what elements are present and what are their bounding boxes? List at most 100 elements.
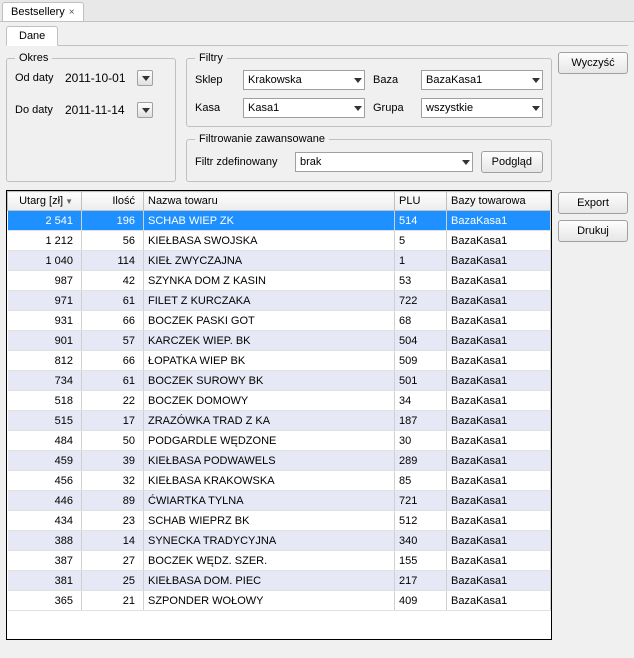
cell-bazy: BazaKasa1 [447,511,551,531]
cell-bazy: BazaKasa1 [447,491,551,511]
cell-plu: 509 [395,351,447,371]
cell-ilosc: 14 [82,531,144,551]
table-row[interactable]: 2 541196SCHAB WIEP ZK514BazaKasa1 [8,211,551,231]
table-row[interactable]: 38727BOCZEK WĘDZ. SZER.155BazaKasa1 [8,551,551,571]
cell-utarg: 1 040 [8,251,82,271]
results-table-scroll[interactable]: Utarg [zł]▼ Ilość Nazwa towaru PLU Bazy … [7,191,551,639]
table-row[interactable]: 51822BOCZEK DOMOWY34BazaKasa1 [8,391,551,411]
adv-filter-legend: Filtrowanie zawansowane [195,133,329,145]
adv-filter-group: Filtrowanie zawansowane Filtr zdefinowan… [186,133,552,182]
table-row[interactable]: 44689ĆWIARTKA TYLNA721BazaKasa1 [8,491,551,511]
filtr-zdef-combo[interactable]: brak [295,152,473,172]
baza-combo[interactable]: BazaKasa1 [421,70,543,90]
do-daty-dropdown[interactable] [137,102,153,118]
cell-ilosc: 39 [82,451,144,471]
kasa-combo[interactable]: Kasa1 [243,98,365,118]
cell-plu: 155 [395,551,447,571]
table-row[interactable]: 36521SZPONDER WOŁOWY409BazaKasa1 [8,591,551,611]
grupa-value: wszystkie [426,102,473,114]
cell-utarg: 987 [8,271,82,291]
podglad-button[interactable]: Podgląd [481,151,543,173]
export-button[interactable]: Export [558,192,628,214]
table-row[interactable]: 73461BOCZEK SUROWY BK501BazaKasa1 [8,371,551,391]
col-header-utarg[interactable]: Utarg [zł]▼ [8,192,82,211]
table-row[interactable]: 38814SYNECKA TRADYCYJNA340BazaKasa1 [8,531,551,551]
cell-ilosc: 22 [82,391,144,411]
cell-nazwa: BOCZEK PASKI GOT [144,311,395,331]
table-row[interactable]: 48450PODGARDLE WĘDZONE30BazaKasa1 [8,431,551,451]
results-table: Utarg [zł]▼ Ilość Nazwa towaru PLU Bazy … [7,191,551,611]
table-row[interactable]: 1 040114KIEŁ ZWYCZAJNA1BazaKasa1 [8,251,551,271]
table-row[interactable]: 98742SZYNKA DOM Z KASIN53BazaKasa1 [8,271,551,291]
sklep-value: Krakowska [248,74,302,86]
cell-plu: 289 [395,451,447,471]
cell-nazwa: KIEŁBASA KRAKOWSKA [144,471,395,491]
baza-label: Baza [373,74,413,86]
cell-bazy: BazaKasa1 [447,291,551,311]
table-row[interactable]: 97161FILET Z KURCZAKA722BazaKasa1 [8,291,551,311]
cell-nazwa: PODGARDLE WĘDZONE [144,431,395,451]
do-daty-value[interactable]: 2011-11-14 [65,103,133,117]
cell-utarg: 931 [8,311,82,331]
table-row[interactable]: 45632KIEŁBASA KRAKOWSKA85BazaKasa1 [8,471,551,491]
table-row[interactable]: 81266ŁOPATKA WIEP BK509BazaKasa1 [8,351,551,371]
cell-ilosc: 17 [82,411,144,431]
chevron-down-icon [142,108,150,113]
cell-nazwa: SZPONDER WOŁOWY [144,591,395,611]
table-row[interactable]: 51517ZRAZÓWKA TRAD Z KA187BazaKasa1 [8,411,551,431]
close-icon[interactable]: × [69,7,75,18]
cell-utarg: 515 [8,411,82,431]
cell-nazwa: BOCZEK WĘDZ. SZER. [144,551,395,571]
grupa-combo[interactable]: wszystkie [421,98,543,118]
tab-dane[interactable]: Dane [6,26,58,46]
filtr-zdef-value: brak [300,156,321,168]
table-row[interactable]: 38125KIEŁBASA DOM. PIEC217BazaKasa1 [8,571,551,591]
cell-plu: 501 [395,371,447,391]
col-header-nazwa[interactable]: Nazwa towaru [144,192,395,211]
cell-bazy: BazaKasa1 [447,351,551,371]
od-daty-dropdown[interactable] [137,70,153,86]
cell-bazy: BazaKasa1 [447,271,551,291]
col-header-plu[interactable]: PLU [395,192,447,211]
cell-bazy: BazaKasa1 [447,311,551,331]
cell-utarg: 387 [8,551,82,571]
cell-bazy: BazaKasa1 [447,431,551,451]
table-row[interactable]: 90157KARCZEK WIEP. BK504BazaKasa1 [8,331,551,351]
cell-plu: 1 [395,251,447,271]
cell-ilosc: 66 [82,351,144,371]
cell-ilosc: 42 [82,271,144,291]
chevron-down-icon [462,160,470,165]
drukuj-button[interactable]: Drukuj [558,220,628,242]
cell-utarg: 901 [8,331,82,351]
cell-utarg: 388 [8,531,82,551]
cell-nazwa: KIEŁBASA DOM. PIEC [144,571,395,591]
cell-bazy: BazaKasa1 [447,571,551,591]
cell-utarg: 518 [8,391,82,411]
cell-utarg: 484 [8,431,82,451]
col-header-bazy[interactable]: Bazy towarowa [447,192,551,211]
kasa-label: Kasa [195,102,235,114]
cell-nazwa: KIEŁ ZWYCZAJNA [144,251,395,271]
cell-plu: 53 [395,271,447,291]
wyczysc-button[interactable]: Wyczyść [558,52,628,74]
cell-ilosc: 66 [82,311,144,331]
cell-bazy: BazaKasa1 [447,531,551,551]
cell-nazwa: KIEŁBASA PODWAWELS [144,451,395,471]
table-row[interactable]: 1 21256KIEŁBASA SWOJSKA5BazaKasa1 [8,231,551,251]
cell-ilosc: 25 [82,571,144,591]
cell-nazwa: SCHAB WIEPRZ BK [144,511,395,531]
cell-ilosc: 21 [82,591,144,611]
col-header-ilosc[interactable]: Ilość [82,192,144,211]
cell-ilosc: 27 [82,551,144,571]
cell-utarg: 734 [8,371,82,391]
sklep-combo[interactable]: Krakowska [243,70,365,90]
table-row[interactable]: 45939KIEŁBASA PODWAWELS289BazaKasa1 [8,451,551,471]
table-row[interactable]: 93166BOCZEK PASKI GOT68BazaKasa1 [8,311,551,331]
results-table-container: Utarg [zł]▼ Ilość Nazwa towaru PLU Bazy … [6,190,552,640]
file-tab-bestsellery[interactable]: Bestsellery × [2,2,84,21]
cell-plu: 187 [395,411,447,431]
sort-desc-icon: ▼ [65,197,73,206]
cell-ilosc: 114 [82,251,144,271]
od-daty-value[interactable]: 2011-10-01 [65,71,133,85]
table-row[interactable]: 43423SCHAB WIEPRZ BK512BazaKasa1 [8,511,551,531]
